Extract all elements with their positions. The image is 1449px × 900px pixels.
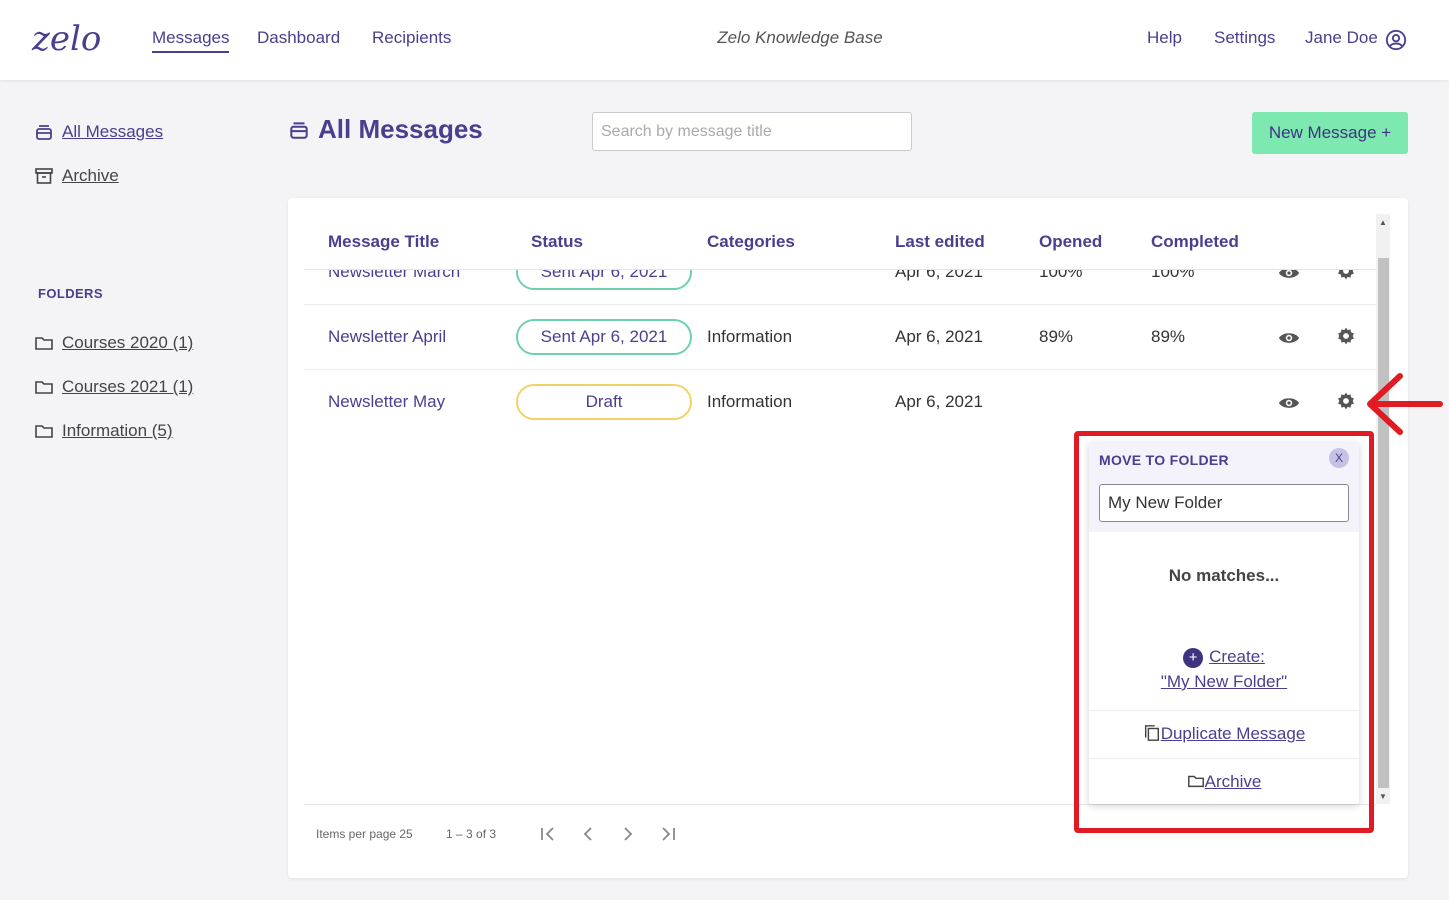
folder-label: Information (5) [62,421,173,440]
status-badge: Draft [516,384,692,420]
table-row[interactable]: Newsletter April Sent Apr 6, 2021 Inform… [304,305,1376,370]
table-row[interactable]: Newsletter May Draft Information Apr 6, … [304,370,1376,435]
settings-gear-icon[interactable] [1336,270,1356,281]
copy-icon [1144,725,1159,741]
plus-circle-icon: + [1183,647,1204,668]
inbox-stack-icon [290,121,308,139]
nav-messages[interactable]: Messages [152,28,230,53]
completed-rate: 89% [1151,327,1186,346]
folder-name-input[interactable] [1099,484,1349,522]
archive-box-icon [35,168,53,184]
opened-rate: 100% [1039,270,1083,281]
no-matches-text: No matches... [1168,566,1280,585]
sidebar-all-messages-label: All Messages [62,122,164,141]
user-account-icon[interactable] [1385,29,1407,51]
zelo-logo[interactable]: zelo [30,18,106,58]
nav-help[interactable]: Help [1147,28,1182,48]
popup-title: MOVE TO FOLDER [1099,452,1229,468]
last-edited: Apr 6, 2021 [895,327,983,346]
create-label[interactable]: Create: [1209,647,1265,666]
inbox-stack-icon [36,125,52,140]
folder-label: Courses 2020 (1) [62,333,194,352]
popup-divider [1089,758,1359,759]
completed-rate: 100% [1151,270,1195,281]
move-to-folder-popup: MOVE TO FOLDER X No matches... + Create: … [1089,442,1359,804]
message-title[interactable]: Newsletter May [328,392,445,412]
sidebar-all-messages[interactable]: All Messages [34,122,163,142]
nav-dashboard[interactable]: Dashboard [257,28,340,48]
next-page-icon[interactable] [618,824,638,844]
preview-eye-icon[interactable] [1278,270,1300,284]
svg-text:zelo: zelo [31,19,101,58]
column-header-completed[interactable]: Completed [1151,232,1239,252]
folder-icon [35,337,53,350]
create-folder-option[interactable]: + Create: "My New Folder" [1089,644,1359,694]
folders-heading: FOLDERS [38,286,103,301]
column-header-categories[interactable]: Categories [707,232,795,252]
column-header-title[interactable]: Message Title [328,232,439,252]
sidebar-archive[interactable]: Archive [34,166,119,186]
folder-label: Courses 2021 (1) [62,377,194,396]
status-badge: Sent Apr 6, 2021 [516,270,692,290]
column-header-last-edited[interactable]: Last edited [895,232,985,252]
column-header-opened[interactable]: Opened [1039,232,1102,252]
nav-settings[interactable]: Settings [1214,28,1275,48]
close-button[interactable]: X [1329,448,1349,468]
archive-message-link[interactable]: Archive [1089,772,1359,792]
last-edited: Apr 6, 2021 [895,270,983,281]
new-message-button[interactable]: New Message + [1252,112,1408,154]
top-bar: zelo Messages Dashboard Recipients Zelo … [0,0,1449,80]
preview-eye-icon[interactable] [1278,327,1300,349]
create-folder-name[interactable]: "My New Folder" [1161,672,1287,691]
category: Information [707,392,793,411]
last-page-icon[interactable] [658,824,678,844]
category: Information [707,327,793,346]
table-header: Message Title Status Categories Last edi… [304,198,1376,270]
folder-icon [35,381,53,394]
scrollbar-thumb[interactable] [1378,258,1389,788]
duplicate-label: Duplicate Message [1160,724,1306,743]
nav-recipients[interactable]: Recipients [372,28,451,48]
scroll-up-arrow-icon[interactable]: ▲ [1379,218,1387,227]
message-title[interactable]: Newsletter March [328,270,460,282]
settings-gear-icon[interactable] [1336,326,1356,346]
sidebar-folder-courses-2021[interactable]: Courses 2021 (1) [34,377,193,397]
settings-gear-icon[interactable] [1336,391,1356,411]
folder-icon [35,425,53,438]
opened-rate: 89% [1039,327,1074,346]
duplicate-message-link[interactable]: Duplicate Message [1089,724,1359,744]
items-per-page[interactable]: Items per page 25 [316,827,413,841]
preview-eye-icon[interactable] [1278,392,1300,414]
knowledge-base-title: Zelo Knowledge Base [717,28,883,47]
table-row[interactable]: Newsletter March Sent Apr 6, 2021 Apr 6,… [304,270,1376,305]
folder-icon [1187,775,1204,788]
page-range: 1 – 3 of 3 [446,827,497,841]
message-title[interactable]: Newsletter April [328,327,446,347]
archive-label: Archive [1204,772,1262,791]
user-name[interactable]: Jane Doe [1305,28,1378,48]
page-title: All Messages [288,114,483,145]
first-page-icon[interactable] [538,824,558,844]
table-footer-divider [304,804,1376,805]
last-edited: Apr 6, 2021 [895,392,983,411]
scroll-down-arrow-icon[interactable]: ▼ [1379,792,1387,801]
popup-divider [1089,710,1359,711]
sidebar-folder-information[interactable]: Information (5) [34,421,173,441]
status-badge: Sent Apr 6, 2021 [516,319,692,355]
previous-page-icon[interactable] [578,824,598,844]
page-title-text: All Messages [318,114,483,144]
sidebar-folder-courses-2020[interactable]: Courses 2020 (1) [34,333,193,353]
search-input[interactable] [592,112,912,151]
popup-header: MOVE TO FOLDER X [1089,442,1359,532]
sidebar-archive-label: Archive [62,166,119,185]
column-header-status[interactable]: Status [531,232,583,252]
